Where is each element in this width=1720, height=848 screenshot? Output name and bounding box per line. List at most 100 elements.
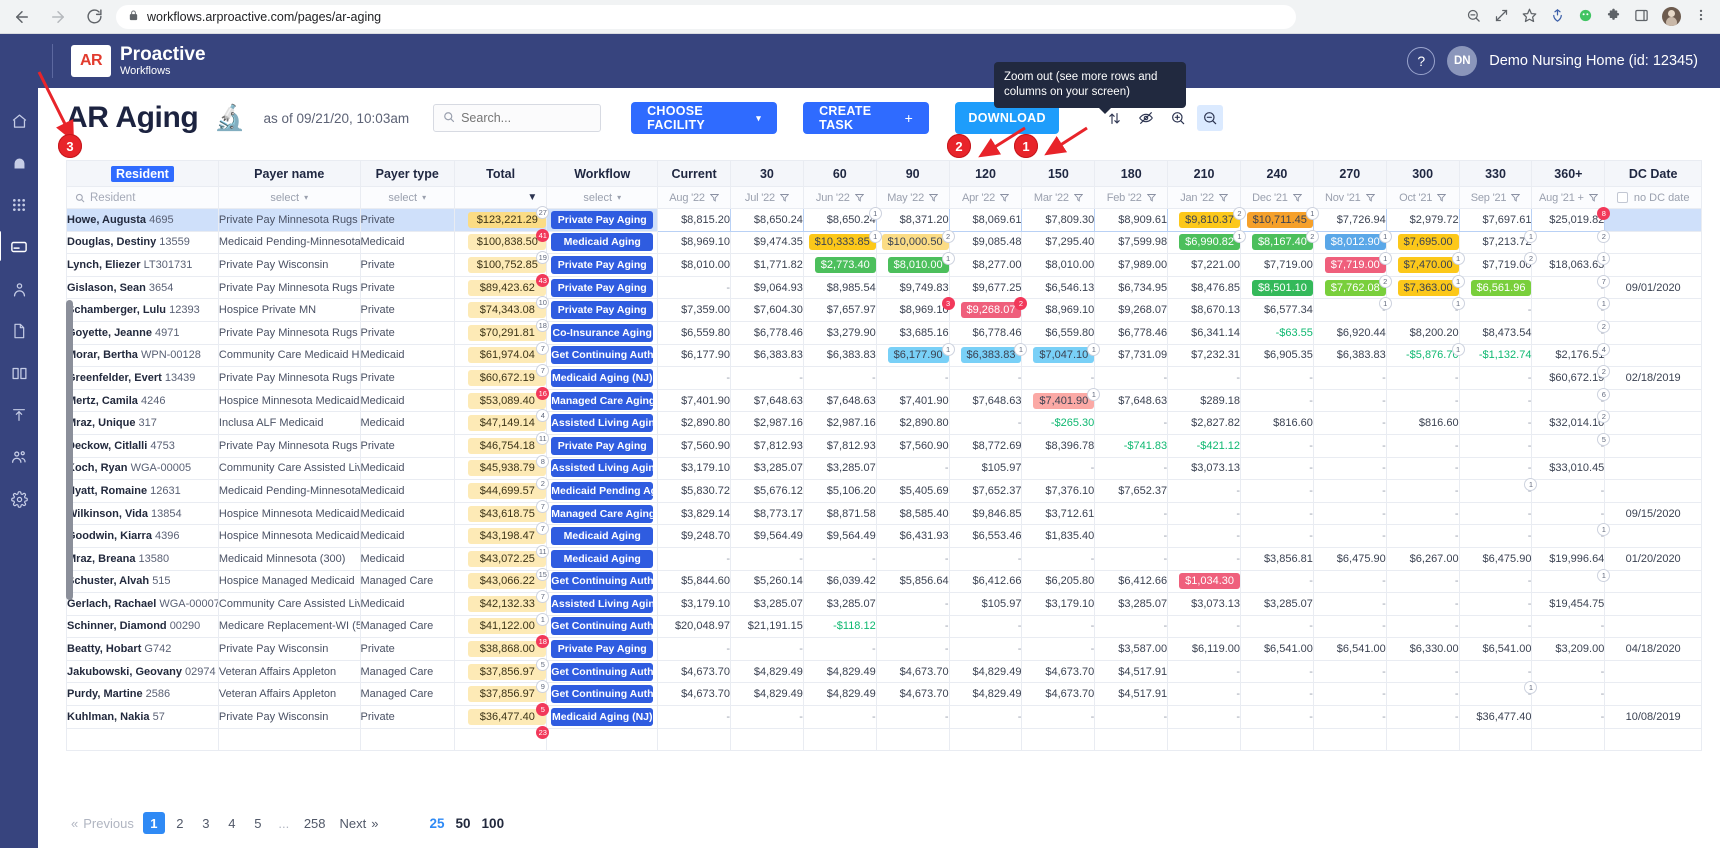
- cell-aging-amount[interactable]: $4,829.49: [949, 683, 1022, 706]
- cell-aging-amount[interactable]: $3,179.10: [1022, 593, 1095, 616]
- workflow-pill[interactable]: Get Continuing Auth: [551, 685, 653, 703]
- cell-aging-amount[interactable]: $6,383.83: [803, 344, 876, 367]
- column-header-270[interactable]: 270: [1313, 161, 1386, 187]
- cell-aging-amount[interactable]: -: [1386, 706, 1459, 729]
- extension-green-icon[interactable]: [1578, 8, 1593, 26]
- cell-aging-amount[interactable]: -: [731, 367, 804, 390]
- cell-total[interactable]: 23: [454, 728, 546, 751]
- cell-resident-name[interactable]: Schinner, Diamond 00290: [67, 615, 219, 638]
- cell-task-badge[interactable]: 2: [942, 230, 955, 243]
- cell-aging-amount[interactable]: -: [1532, 683, 1605, 706]
- cell-total[interactable]: $100,838.5041: [454, 231, 546, 254]
- cell-aging-amount[interactable]: -: [658, 367, 731, 390]
- filter-workflow[interactable]: select ▾: [547, 187, 658, 209]
- cell-aging-amount[interactable]: -: [1168, 615, 1241, 638]
- cell-aging-amount[interactable]: $5,260.14: [731, 570, 804, 593]
- cell-aging-amount[interactable]: -: [1095, 367, 1168, 390]
- column-header-240[interactable]: 240: [1241, 161, 1314, 187]
- column-header-payer-name[interactable]: Payer name: [218, 161, 360, 187]
- sidepanel-icon[interactable]: [1634, 8, 1649, 26]
- cell-total[interactable]: $42,132.337: [454, 593, 546, 616]
- cell-aging-amount[interactable]: -: [1241, 525, 1314, 548]
- cell-aging-amount[interactable]: [1386, 728, 1459, 751]
- cell-aging-amount[interactable]: -: [876, 457, 949, 480]
- cell-aging-amount[interactable]: $3,712.61: [1022, 502, 1095, 525]
- cell-resident-name[interactable]: Deckow, Citlalli 4753: [67, 434, 219, 457]
- cell-aging-amount[interactable]: $8,010.001: [876, 254, 949, 277]
- cell-aging-amount[interactable]: -: [1168, 660, 1241, 683]
- cell-aging-amount[interactable]: -: [1241, 570, 1314, 593]
- cell-workflow[interactable]: Private Pay Aging: [547, 209, 658, 232]
- workflow-pill[interactable]: Medicaid Aging (NJ): [551, 369, 653, 387]
- table-row[interactable]: Mertz, Camila 4246Hospice Minnesota Medi…: [67, 389, 1702, 412]
- cell-aging-amount[interactable]: -: [803, 638, 876, 661]
- column-header-total[interactable]: Total: [454, 161, 546, 187]
- cell-aging-amount[interactable]: $32,014.102: [1532, 412, 1605, 435]
- task-count-badge[interactable]: 1: [536, 613, 549, 626]
- cell-resident-name[interactable]: Mraz, Breana 13580: [67, 547, 219, 570]
- filter-dc-date[interactable]: no DC date: [1605, 187, 1702, 209]
- cell-aging-amount[interactable]: -: [658, 706, 731, 729]
- cell-aging-amount[interactable]: $7,560.90: [658, 434, 731, 457]
- cell-aging-amount[interactable]: -: [1241, 480, 1314, 503]
- cell-aging-amount[interactable]: -: [1386, 367, 1459, 390]
- cell-aging-amount[interactable]: -: [1022, 638, 1095, 661]
- cell-aging-amount[interactable]: $8,969.103: [876, 299, 949, 322]
- cell-total[interactable]: $89,423.6243: [454, 276, 546, 299]
- hide-columns-icon[interactable]: [1133, 105, 1159, 131]
- cell-workflow[interactable]: Get Continuing Auth: [547, 660, 658, 683]
- cell-aging-amount[interactable]: $6,990.821: [1168, 231, 1241, 254]
- cell-aging-amount[interactable]: $289.18: [1168, 389, 1241, 412]
- cell-aging-amount[interactable]: $5,676.12: [731, 480, 804, 503]
- cell-aging-amount[interactable]: $3,285.07: [1095, 593, 1168, 616]
- cell-aging-amount[interactable]: $7,599.98: [1095, 231, 1168, 254]
- workflow-pill[interactable]: Co-Insurance Aging: [551, 324, 653, 342]
- cell-aging-amount[interactable]: -: [876, 706, 949, 729]
- cell-aging-amount[interactable]: -: [731, 547, 804, 570]
- cell-workflow[interactable]: Managed Care Aging: [547, 389, 658, 412]
- cell-aging-amount[interactable]: $8,909.61: [1095, 209, 1168, 232]
- cell-aging-amount[interactable]: $3,073.13: [1168, 593, 1241, 616]
- cell-aging-amount[interactable]: $9,268.072: [949, 299, 1022, 322]
- cell-aging-amount[interactable]: $5,405.69: [876, 480, 949, 503]
- cell-aging-amount[interactable]: -: [1241, 706, 1314, 729]
- workflow-pill[interactable]: Medicaid Pending Aging: [551, 482, 653, 500]
- cell-total[interactable]: $45,938.798: [454, 457, 546, 480]
- cell-aging-amount[interactable]: $7,470.001: [1386, 254, 1459, 277]
- ar-aging-table-container[interactable]: ResidentPayer namePayer typeTotalWorkflo…: [66, 160, 1702, 796]
- cell-aging-amount[interactable]: $9,677.25: [949, 276, 1022, 299]
- cell-aging-amount[interactable]: $4,673.70: [876, 660, 949, 683]
- cell-aging-amount[interactable]: -: [949, 412, 1022, 435]
- cell-aging-amount[interactable]: -: [1313, 480, 1386, 503]
- cell-aging-amount[interactable]: $2,176.514: [1532, 344, 1605, 367]
- cell-task-badge[interactable]: 1: [942, 343, 955, 356]
- cell-aging-amount[interactable]: $6,330.00: [1386, 638, 1459, 661]
- task-count-badge[interactable]: 43: [536, 274, 549, 287]
- cell-aging-amount[interactable]: -5: [1532, 434, 1605, 457]
- cell-aging-amount[interactable]: -: [1313, 434, 1386, 457]
- cell-resident-name[interactable]: Mertz, Camila 4246: [67, 389, 219, 412]
- cell-aging-amount[interactable]: $8,650.24: [731, 209, 804, 232]
- cell-aging-amount[interactable]: -: [1095, 525, 1168, 548]
- cell-aging-amount[interactable]: -: [1168, 525, 1241, 548]
- cell-aging-amount[interactable]: $8,069.61: [949, 209, 1022, 232]
- cell-aging-amount[interactable]: $7,731.09: [1095, 344, 1168, 367]
- zoom-in-icon[interactable]: [1165, 105, 1191, 131]
- cell-workflow[interactable]: Assisted Living Aging (Managed): [547, 412, 658, 435]
- cell-aging-amount[interactable]: $2,827.82: [1168, 412, 1241, 435]
- cell-aging-amount[interactable]: $4,829.49: [731, 683, 804, 706]
- cell-aging-amount[interactable]: $7,762.082: [1313, 276, 1386, 299]
- cell-aging-amount[interactable]: $2,773.40: [803, 254, 876, 277]
- cell-aging-amount[interactable]: -: [1459, 660, 1532, 683]
- cell-aging-amount[interactable]: $6,577.34: [1241, 299, 1314, 322]
- cell-aging-amount[interactable]: $9,064.93: [731, 276, 804, 299]
- cell-aging-amount[interactable]: $1,034.30: [1168, 570, 1241, 593]
- workflow-pill[interactable]: Private Pay Aging: [551, 279, 653, 297]
- cell-aging-amount[interactable]: $2,890.80: [876, 412, 949, 435]
- cell-aging-amount[interactable]: $6,559.80: [1022, 321, 1095, 344]
- pagination-page-3[interactable]: 3: [195, 812, 217, 834]
- cell-aging-amount[interactable]: -: [1459, 434, 1532, 457]
- cell-aging-amount[interactable]: $8,969.10: [658, 231, 731, 254]
- cell-workflow[interactable]: Get Continuing Auth: [547, 615, 658, 638]
- cell-aging-amount[interactable]: $6,546.13: [1022, 276, 1095, 299]
